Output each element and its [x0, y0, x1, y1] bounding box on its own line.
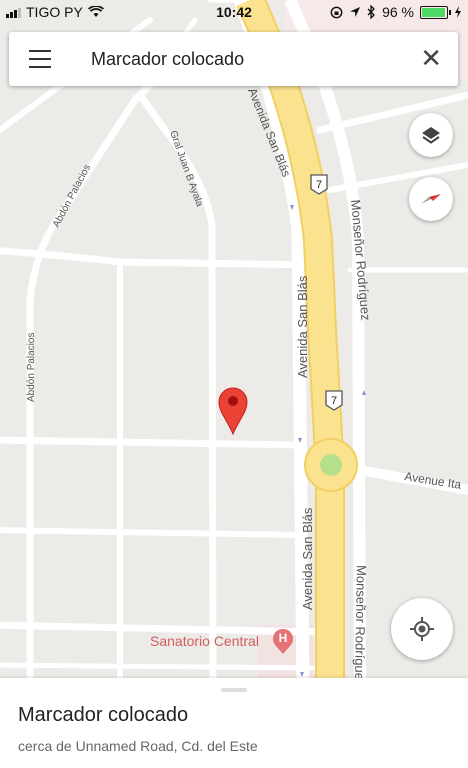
- search-title[interactable]: Marcador colocado: [91, 49, 244, 70]
- my-location-icon: [410, 617, 434, 641]
- compass-icon: [421, 194, 441, 204]
- charging-icon: [455, 6, 461, 18]
- layers-icon: [422, 127, 440, 144]
- route-shield: 7: [310, 174, 328, 195]
- route-shield: 7: [325, 390, 343, 411]
- place-name: Marcador colocado: [18, 704, 189, 726]
- status-right: 96 %: [330, 4, 462, 20]
- compass-button[interactable]: [409, 177, 453, 221]
- map-canvas[interactable]: 7 7 Avenida San Blás Avenida San Blás Av…: [0, 0, 468, 690]
- close-icon[interactable]: ✕: [420, 44, 442, 72]
- status-bar: TIGO PY 10:42 96 %: [0, 0, 468, 26]
- street-label: Abdón Palacios: [26, 333, 37, 403]
- svg-text:H: H: [279, 631, 288, 645]
- battery-percent: 96 %: [382, 4, 414, 20]
- street-label: Avenida San Blás: [300, 507, 315, 610]
- lock-rotation-icon: [330, 6, 343, 18]
- battery-icon: [420, 5, 451, 19]
- svg-text:Sanatorio Central: Sanatorio Central: [150, 633, 259, 649]
- location-arrow-icon: [350, 7, 361, 17]
- svg-text:7: 7: [316, 179, 322, 191]
- street-label: Avenida San Blás: [295, 275, 310, 378]
- search-bar[interactable]: Marcador colocado ✕: [9, 32, 458, 86]
- street-label: Monseñor Rodríguez: [352, 565, 369, 687]
- bluetooth-icon: [367, 5, 375, 19]
- place-sheet[interactable]: Marcador colocado cerca de Unnamed Road,…: [0, 678, 468, 768]
- my-location-button[interactable]: [391, 598, 453, 660]
- place-address: cerca de Unnamed Road, Cd. del Este: [18, 738, 258, 754]
- battery-fill: [422, 7, 445, 17]
- layers-button[interactable]: [409, 113, 453, 157]
- hamburger-menu-icon[interactable]: [29, 50, 51, 74]
- svg-text:7: 7: [331, 395, 337, 407]
- sheet-drag-handle[interactable]: [221, 688, 247, 692]
